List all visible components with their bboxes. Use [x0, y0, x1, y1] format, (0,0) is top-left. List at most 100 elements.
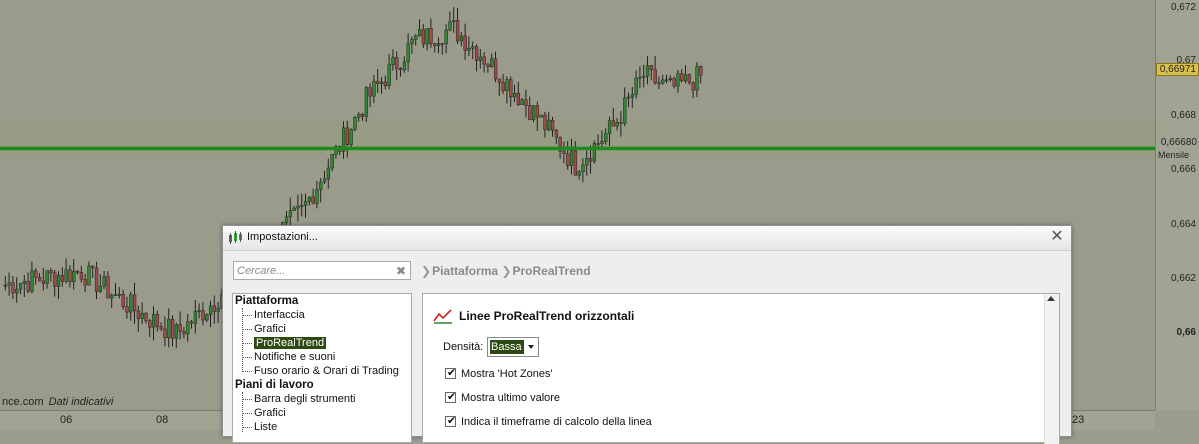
candle-body — [535, 105, 540, 118]
candle-body — [132, 294, 137, 312]
candle-body — [680, 73, 684, 82]
candle-body — [125, 306, 129, 313]
checkbox-label: Mostra 'Hot Zones' — [461, 368, 553, 380]
prorealtrend-line[interactable] — [0, 146, 1155, 151]
source-note: Dati indicativi — [48, 396, 114, 408]
chevron-down-icon — [528, 345, 534, 349]
candle-body — [653, 69, 657, 84]
price-level: 0,664 — [1170, 219, 1196, 230]
candle-body — [319, 181, 323, 190]
checkbox[interactable]: ✔ — [445, 415, 457, 427]
candle-body — [212, 305, 217, 312]
candle-body — [581, 164, 585, 173]
candle-body — [600, 141, 604, 144]
candle-body — [129, 294, 133, 313]
candle-body — [676, 73, 680, 87]
candle-body — [657, 82, 661, 85]
candle-body — [372, 81, 376, 97]
candle-body — [387, 64, 391, 87]
breadcrumb-item[interactable]: Piattaforma — [432, 264, 498, 278]
candle-body — [672, 78, 676, 87]
settings-panel: Linee ProRealTrend orizzontali Densità: … — [422, 293, 1060, 444]
price-axis[interactable]: 0,672 0,67 0,668 0,666 0,664 0,662 0,66 — [1155, 0, 1199, 410]
candle-body — [30, 270, 34, 292]
candle-body — [303, 201, 308, 206]
candle-body — [186, 321, 190, 335]
candle-body — [193, 311, 198, 324]
search-input[interactable] — [237, 264, 387, 278]
candle-body — [87, 265, 91, 286]
candle-body — [664, 79, 669, 82]
trendline-period-tag: Mensile — [1158, 150, 1190, 160]
candle-body — [75, 270, 80, 273]
tree-item-liste[interactable]: Liste — [254, 421, 277, 433]
candle-body — [391, 57, 395, 66]
tree-item-grafici[interactable]: Grafici — [254, 323, 286, 335]
candle-body — [486, 63, 490, 67]
candle-body — [604, 133, 608, 142]
clear-search-icon[interactable]: ✖ — [396, 264, 406, 278]
tree-group-piattaforma[interactable]: Piattaforma — [235, 295, 298, 307]
checkbox[interactable]: ✔ — [445, 367, 456, 379]
candle-body — [178, 324, 182, 332]
candle-body — [611, 120, 616, 127]
candle-body — [64, 269, 68, 282]
hot-zone — [0, 120, 1155, 156]
chevron-right-icon: ❯ — [501, 264, 512, 278]
candle-body — [395, 57, 399, 69]
tree-item-fuso-orario[interactable]: Fuso orario & Orari di Trading — [254, 365, 399, 377]
candle-body — [349, 129, 353, 145]
current-price-tag: 0,66971 — [1156, 63, 1199, 76]
breadcrumb-item[interactable]: ProRealTrend — [513, 264, 591, 278]
candle-body — [524, 99, 528, 106]
tree-item-grafici-2[interactable]: Grafici — [254, 407, 286, 419]
candle-body — [421, 29, 426, 45]
time-label: 06 — [60, 414, 73, 426]
scroll-up-icon[interactable] — [1047, 296, 1055, 301]
check-icon: ✔ — [447, 415, 457, 427]
tree-item-prorealtrend[interactable]: ProRealTrend — [254, 337, 327, 349]
candle-body — [167, 318, 171, 339]
density-select[interactable]: Bassa — [487, 337, 539, 357]
density-label: Densità: — [443, 341, 484, 353]
tree-item-barra-strumenti[interactable]: Barra degli strumenti — [254, 393, 356, 405]
candle-body — [353, 117, 357, 130]
candle-body — [452, 20, 456, 23]
trendline-icon — [433, 309, 452, 324]
candle-body — [18, 283, 23, 290]
candle-body — [300, 205, 304, 207]
candle-body — [205, 314, 209, 321]
candle-body — [296, 205, 300, 209]
candle-body — [573, 150, 578, 176]
candle-body — [577, 171, 581, 176]
search-field[interactable]: ✖ — [233, 261, 411, 280]
close-icon[interactable]: ✕ — [1049, 229, 1065, 245]
candle-body — [642, 75, 646, 78]
candle-body — [49, 270, 53, 274]
candle-body — [197, 310, 201, 312]
candle-body — [106, 276, 110, 299]
candle-body — [83, 279, 87, 286]
checkbox-label: Mostra ultimo valore — [461, 392, 561, 404]
candle-body — [140, 312, 144, 320]
checkbox[interactable]: ✔ — [445, 391, 456, 403]
candle-body — [163, 328, 167, 339]
candle-body — [607, 120, 612, 134]
candle-body — [649, 65, 654, 70]
candle-body — [410, 39, 414, 45]
candle-body — [467, 47, 471, 51]
tree-group-piani-di-lavoro[interactable]: Piani di lavoro — [235, 379, 314, 391]
candle-body — [497, 78, 502, 83]
candle-body — [668, 78, 673, 81]
candle-body — [379, 81, 384, 84]
candle-body — [455, 20, 460, 42]
data-source-label: nce.com Dati indicativi — [2, 396, 113, 408]
dialog-title-bar[interactable]: Impostazioni... ✕ — [223, 226, 1071, 251]
candle-body — [136, 310, 141, 320]
candle-body — [531, 105, 536, 120]
candle-body — [683, 74, 688, 82]
tree-item-notifiche[interactable]: Notifiche e suoni — [254, 351, 335, 363]
price-level: 0,668 — [1170, 110, 1196, 121]
tree-item-interfaccia[interactable]: Interfaccia — [254, 309, 305, 321]
scrollbar[interactable] — [1044, 294, 1059, 444]
